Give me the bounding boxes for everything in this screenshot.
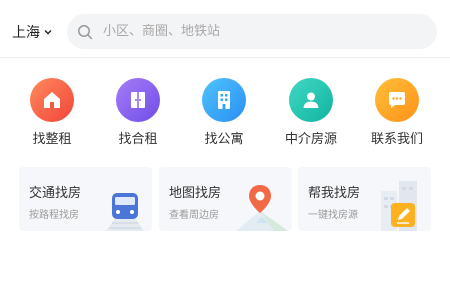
- card-title: 帮我找房: [308, 186, 361, 201]
- map-pin-icon: [236, 185, 288, 231]
- card-map-search[interactable]: 地图找房 查看周边房: [159, 167, 292, 231]
- card-title: 地图找房: [169, 186, 222, 201]
- edit-icon: [381, 181, 417, 231]
- category-label: 联系我们: [370, 132, 423, 147]
- card-subtitle: 一键找房源: [308, 210, 358, 221]
- category-whole-rent[interactable]: 找整租: [17, 78, 87, 147]
- category-shared-rent[interactable]: 找合租: [103, 78, 173, 147]
- category-agent-listings[interactable]: 中介房源: [276, 78, 346, 147]
- category-apartment[interactable]: 找公寓: [189, 78, 259, 147]
- search-bar[interactable]: [67, 14, 437, 49]
- house-icon: [44, 92, 60, 108]
- card-subtitle: 按路程找房: [29, 210, 79, 221]
- card-title: 交通找房: [29, 186, 82, 201]
- search-icon: [78, 24, 93, 39]
- card-transit-search[interactable]: 交通找房 按路程找房: [19, 167, 152, 231]
- search-input[interactable]: [103, 24, 403, 39]
- chat-icon: [389, 92, 405, 108]
- category-label: 中介房源: [284, 132, 337, 147]
- city-label: 上海: [12, 25, 40, 41]
- door-icon: [131, 92, 145, 108]
- card-help-me-find[interactable]: 帮我找房 一键找房源: [298, 167, 431, 231]
- train-icon: [106, 193, 144, 231]
- top-bar: 上海: [0, 0, 450, 58]
- category-label: 找整租: [32, 132, 72, 147]
- category-label: 找公寓: [204, 132, 244, 147]
- agent-icon: [303, 92, 319, 108]
- card-subtitle: 查看周边房: [169, 210, 219, 221]
- category-contact-us[interactable]: 联系我们: [362, 78, 432, 147]
- category-label: 找合租: [118, 132, 158, 147]
- building-icon: [218, 91, 230, 109]
- chevron-down-icon: [44, 30, 52, 35]
- city-selector[interactable]: 上海: [12, 22, 52, 42]
